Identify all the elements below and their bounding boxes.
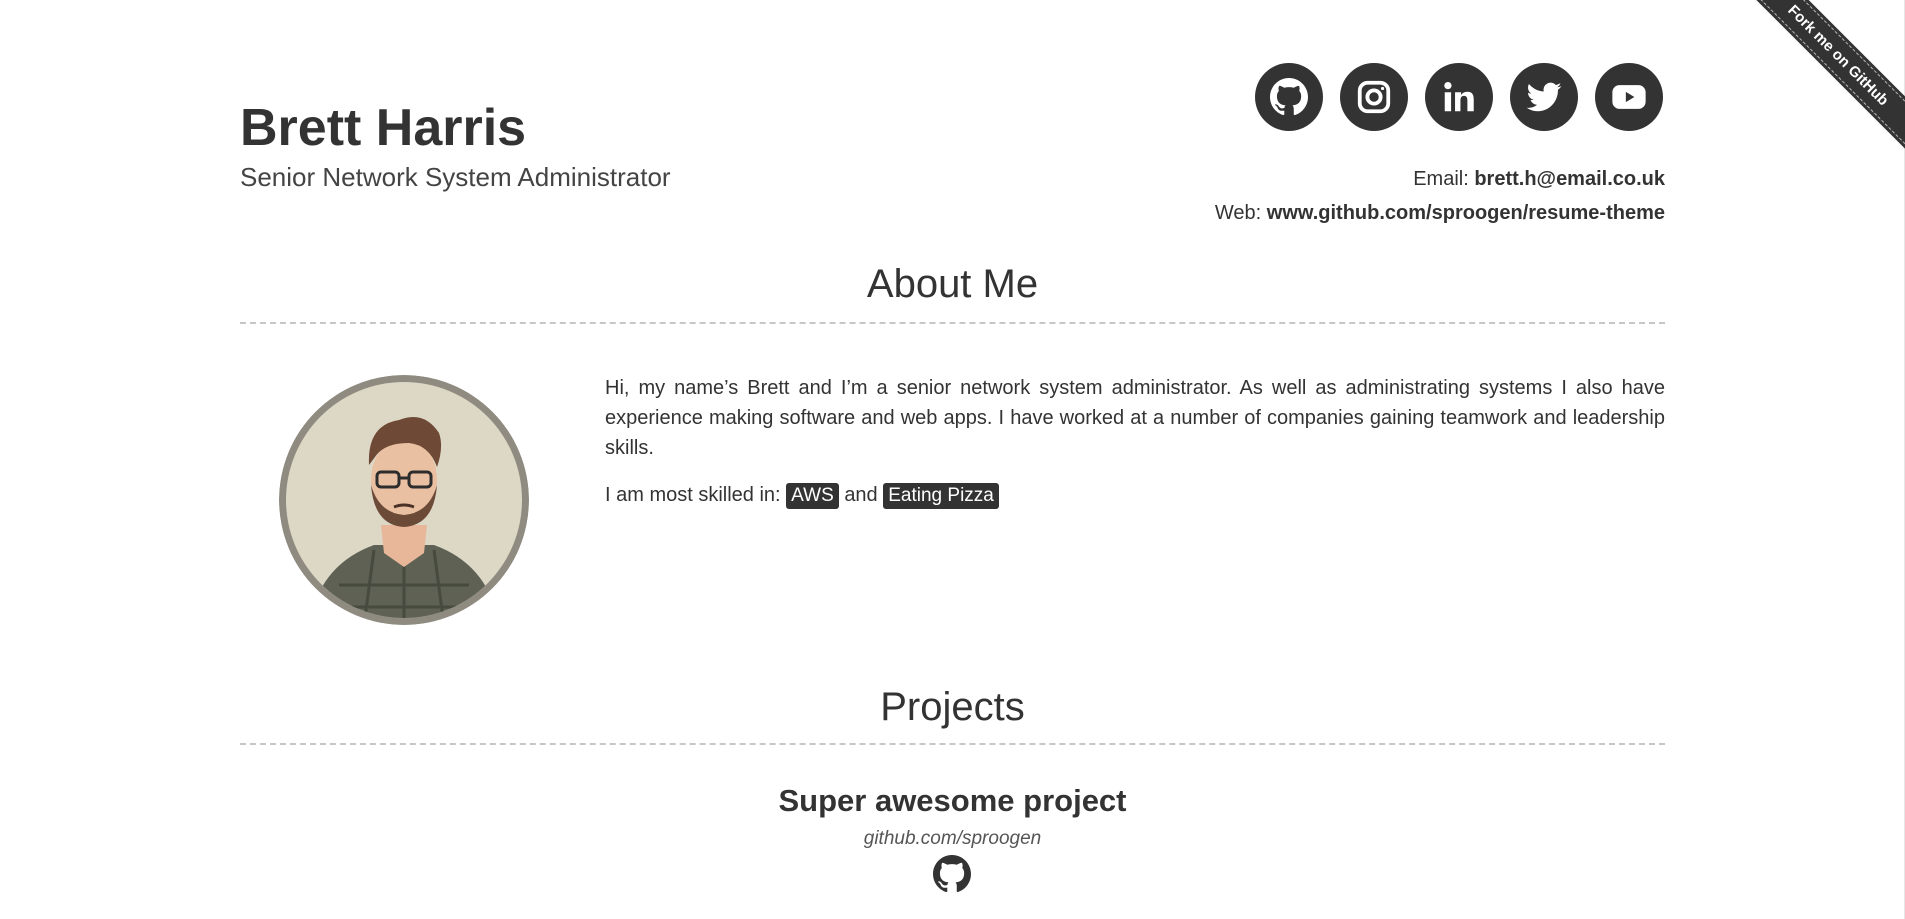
youtube-icon: [1612, 85, 1646, 109]
contact-info: Email: brett.h@email.co.uk Web: www.gith…: [1215, 162, 1665, 230]
projects-title: Projects: [880, 685, 1025, 729]
about-paragraph: Hi, my name’s Brett and I’m a senior net…: [605, 377, 1665, 459]
social-links: [1255, 63, 1663, 131]
avatar-illustration: [279, 375, 529, 625]
linkedin-icon: [1444, 81, 1474, 112]
linkedin-link[interactable]: [1425, 63, 1493, 131]
skills-prefix: I am most skilled in:: [605, 484, 781, 506]
instagram-link[interactable]: [1340, 63, 1408, 131]
web-row: Web: www.github.com/sproogen/resume-them…: [1215, 196, 1665, 230]
web-label: Web:: [1214, 202, 1262, 224]
project-name: Super awesome project: [778, 783, 1127, 818]
fork-ribbon-container: Fork me on GitHub: [1705, 0, 1905, 200]
resume-page: Brett Harris Senior Network System Admin…: [0, 0, 1905, 919]
fork-me-ribbon[interactable]: Fork me on GitHub: [1736, 0, 1905, 175]
github-icon: [933, 855, 971, 893]
instagram-icon: [1357, 80, 1391, 114]
github-icon: [1270, 78, 1308, 116]
skill-tag: AWS: [786, 483, 839, 509]
email-label: Email:: [1413, 168, 1469, 190]
person-name: Brett Harris: [240, 99, 527, 157]
github-link[interactable]: [1255, 63, 1323, 131]
twitter-link[interactable]: [1510, 63, 1578, 131]
about-title: About Me: [866, 262, 1039, 306]
web-link[interactable]: www.github.com/sproogen/resume-theme: [1267, 202, 1665, 224]
skills-joiner: and: [844, 484, 878, 506]
email-link[interactable]: brett.h@email.co.uk: [1474, 168, 1665, 190]
project-github-link[interactable]: [933, 855, 971, 893]
avatar: [279, 375, 529, 625]
email-row: Email: brett.h@email.co.uk: [1215, 162, 1665, 196]
skills-line: I am most skilled in: AWS and Eating Piz…: [605, 480, 999, 510]
skill-tag: Eating Pizza: [883, 483, 999, 509]
about-divider: [240, 322, 1665, 324]
youtube-link[interactable]: [1595, 63, 1663, 131]
projects-divider: [240, 743, 1665, 745]
twitter-icon: [1526, 82, 1562, 112]
project-link[interactable]: github.com/sproogen: [240, 828, 1665, 850]
person-role: Senior Network System Administrator: [240, 162, 671, 192]
